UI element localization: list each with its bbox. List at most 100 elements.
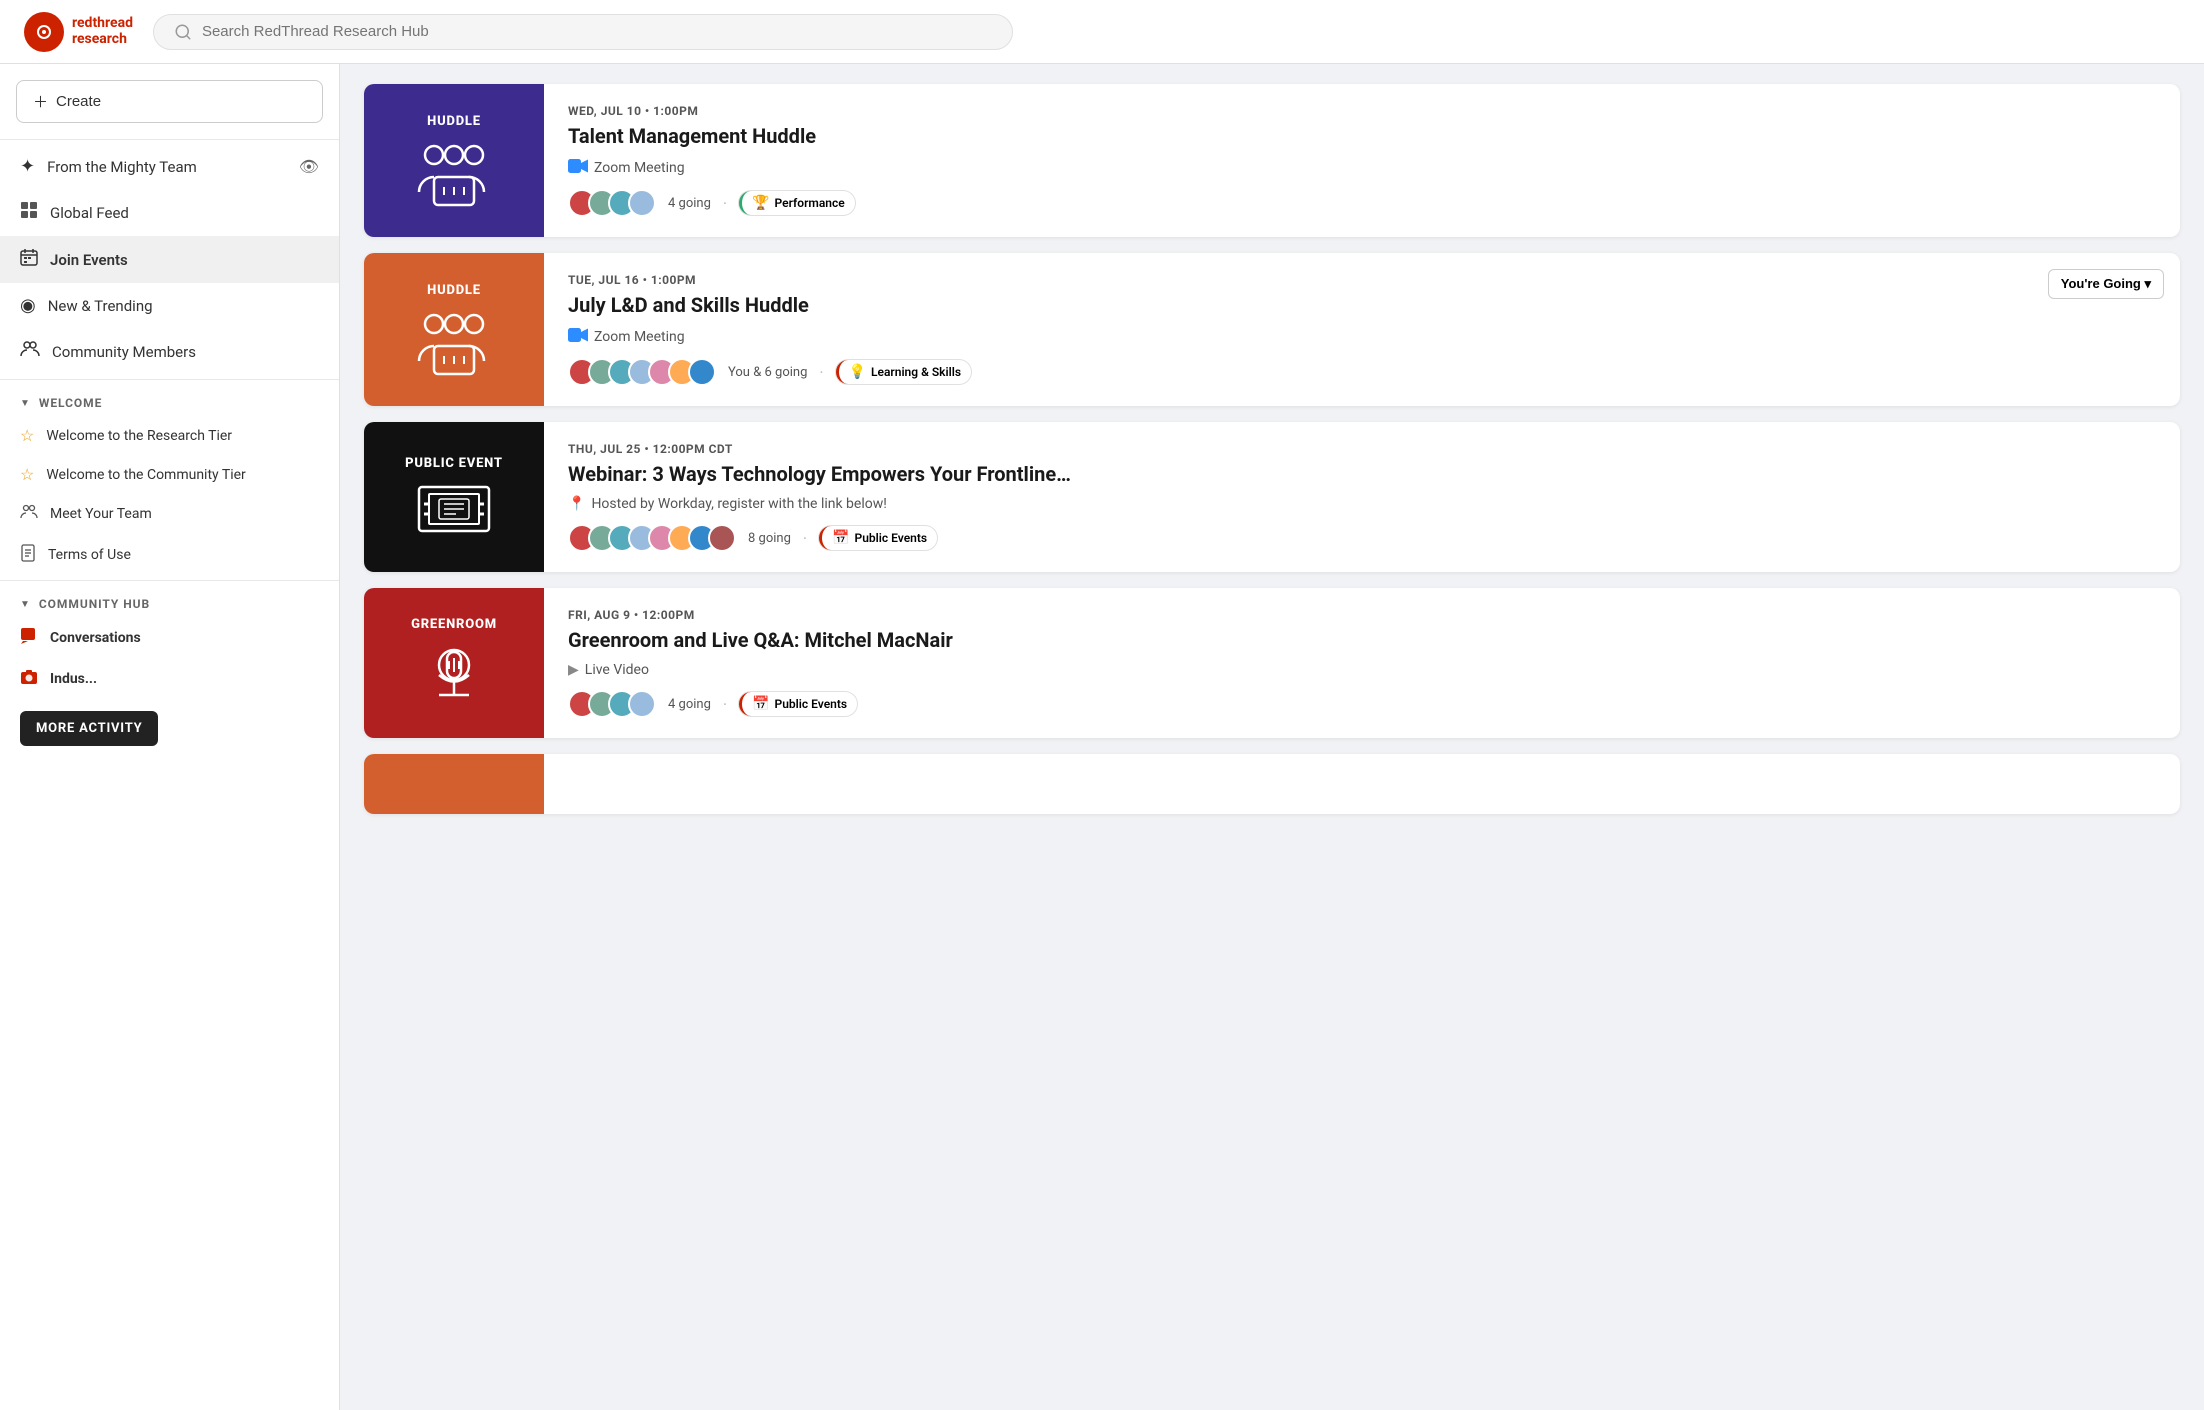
sidebar-item-from-mighty[interactable]: ✦ From the Mighty Team 👁 [0, 144, 339, 189]
calendar-icon [20, 248, 38, 271]
tag-label: Public Events [855, 531, 928, 545]
event-meta: 📍 Hosted by Workday, register with the l… [568, 496, 2156, 512]
header: redthread research [0, 0, 2204, 64]
event-details: TUE, JUL 16 • 1:00PM July L&D and Skills… [544, 253, 2180, 406]
avatars [568, 690, 656, 718]
more-activity-button[interactable]: MORE ACTIVITY [20, 711, 158, 746]
tag-badge: 💡 Learning & Skills [836, 360, 971, 384]
zoom-icon [568, 327, 588, 346]
avatar [628, 189, 656, 217]
calendar-tag-icon: 📅 [752, 696, 769, 712]
sidebar-item-terms[interactable]: Terms of Use [0, 534, 339, 576]
sidebar-item-meet-team[interactable]: Meet Your Team [0, 494, 339, 534]
camera-icon [20, 669, 38, 689]
logo[interactable]: redthread research [24, 12, 133, 52]
meta-text: Hosted by Workday, register with the lin… [591, 496, 886, 512]
event-thumbnail: HUDDLE [364, 84, 544, 237]
chevron-down-icon: ▼ [20, 398, 31, 409]
sidebar-item-join-events[interactable]: Join Events [0, 236, 339, 283]
sidebar-item-label: Community Members [52, 343, 196, 361]
play-icon: ▶ [568, 662, 579, 678]
event-meta: Zoom Meeting [568, 158, 2156, 177]
event-details: THU, JUL 25 • 12:00PM CDT Webinar: 3 Way… [544, 422, 2180, 572]
event-date: WED, JUL 10 • 1:00PM [568, 104, 2156, 118]
tag-badge: 📅 Public Events [739, 692, 857, 716]
event-thumbnail: GREENROOM [364, 588, 544, 738]
calendar-tag-icon: 📅 [832, 530, 849, 546]
sidebar-item-conversations[interactable]: Conversations [0, 617, 339, 659]
search-input[interactable] [202, 23, 992, 40]
section-title: COMMUNITY HUB [39, 597, 150, 611]
plus-icon: ＋ [33, 91, 48, 112]
event-title: Talent Management Huddle [568, 124, 2156, 148]
event-details: WED, JUL 10 • 1:00PM Talent Management H… [544, 84, 2180, 237]
meta-text: Live Video [585, 662, 649, 678]
going-text: 8 going [748, 531, 791, 546]
team-icon [20, 504, 38, 524]
sidebar-item-label: Global Feed [50, 204, 129, 222]
sidebar-item-global-feed[interactable]: Global Feed [0, 189, 339, 236]
layout: ＋ Create ✦ From the Mighty Team 👁 Global… [0, 64, 2204, 1410]
tag-label: Public Events [775, 697, 848, 711]
search-bar[interactable] [153, 14, 1013, 50]
main-content: HUDDLE WED, JUL 10 • 1:00PM Talent Manag… [340, 64, 2204, 1410]
sidebar-item-industry[interactable]: Indus... [0, 659, 339, 699]
search-icon [174, 23, 192, 41]
event-date: FRI, AUG 9 • 12:00PM [568, 608, 2156, 622]
event-card-partial [364, 754, 2180, 814]
event-title: July L&D and Skills Huddle [568, 293, 2156, 317]
tag-badge: 📅 Public Events [819, 526, 937, 550]
sidebar-item-label: Meet Your Team [50, 506, 152, 522]
sidebar-item-label: Join Events [50, 251, 128, 269]
eye-icon[interactable]: 👁 [299, 157, 319, 176]
document-icon [20, 544, 36, 566]
tag-label: Learning & Skills [871, 365, 961, 379]
sidebar-item-label: Indus... [50, 671, 97, 687]
logo-text: redthread research [72, 16, 133, 47]
star-icon: ☆ [20, 465, 34, 484]
event-footer: You & 6 going · 💡 Learning & Skills [568, 358, 2156, 386]
event-footer: 4 going · 🏆 Performance [568, 189, 2156, 217]
event-type-label: HUDDLE [427, 283, 481, 298]
sidebar-item-community-members[interactable]: Community Members [0, 328, 339, 375]
trending-icon: ◉ [20, 295, 36, 316]
location-icon: 📍 [568, 496, 585, 512]
divider-1 [0, 139, 339, 140]
sidebar-item-research-tier[interactable]: ☆ Welcome to the Research Tier [0, 416, 339, 455]
avatar [708, 524, 736, 552]
create-button[interactable]: ＋ Create [16, 80, 323, 123]
zoom-icon [568, 158, 588, 177]
divider-3 [0, 580, 339, 581]
event-date: THU, JUL 25 • 12:00PM CDT [568, 442, 2156, 456]
avatars [568, 358, 716, 386]
event-thumbnail-partial [364, 754, 544, 814]
tag-badge: 🏆 Performance [739, 191, 855, 215]
event-title: Greenroom and Live Q&A: Mitchel MacNair [568, 628, 2156, 652]
tag-label: Performance [775, 196, 845, 210]
community-hub-section-label[interactable]: ▼ COMMUNITY HUB [0, 585, 339, 617]
divider-2 [0, 379, 339, 380]
meta-text: Zoom Meeting [594, 329, 685, 345]
event-type-label: GREENROOM [411, 617, 497, 632]
event-meta: Zoom Meeting [568, 327, 2156, 346]
meta-text: Zoom Meeting [594, 160, 685, 176]
event-footer: 4 going · 📅 Public Events [568, 690, 2156, 718]
star-icon: ☆ [20, 426, 34, 445]
sidebar-item-new-trending[interactable]: ◉ New & Trending [0, 283, 339, 328]
section-title: WELCOME [39, 396, 102, 410]
event-details: FRI, AUG 9 • 12:00PM Greenroom and Live … [544, 588, 2180, 738]
chevron-down-icon: ▼ [20, 599, 31, 610]
going-text: 4 going [668, 697, 711, 712]
event-card: PUBLIC EVENT THU, JUL 25 • 12:00PM CDT W… [364, 422, 2180, 572]
sidebar-item-label: Welcome to the Research Tier [46, 428, 232, 444]
event-meta: ▶ Live Video [568, 662, 2156, 678]
going-text: 4 going [668, 196, 711, 211]
you-going-button[interactable]: You're Going ▾ [2048, 269, 2164, 299]
welcome-section-label[interactable]: ▼ WELCOME [0, 384, 339, 416]
logo-icon [24, 12, 64, 52]
avatar [628, 690, 656, 718]
event-date: TUE, JUL 16 • 1:00PM [568, 273, 2156, 287]
sidebar-item-label: New & Trending [48, 297, 153, 315]
sidebar-item-community-tier[interactable]: ☆ Welcome to the Community Tier [0, 455, 339, 494]
event-thumbnail: PUBLIC EVENT [364, 422, 544, 572]
